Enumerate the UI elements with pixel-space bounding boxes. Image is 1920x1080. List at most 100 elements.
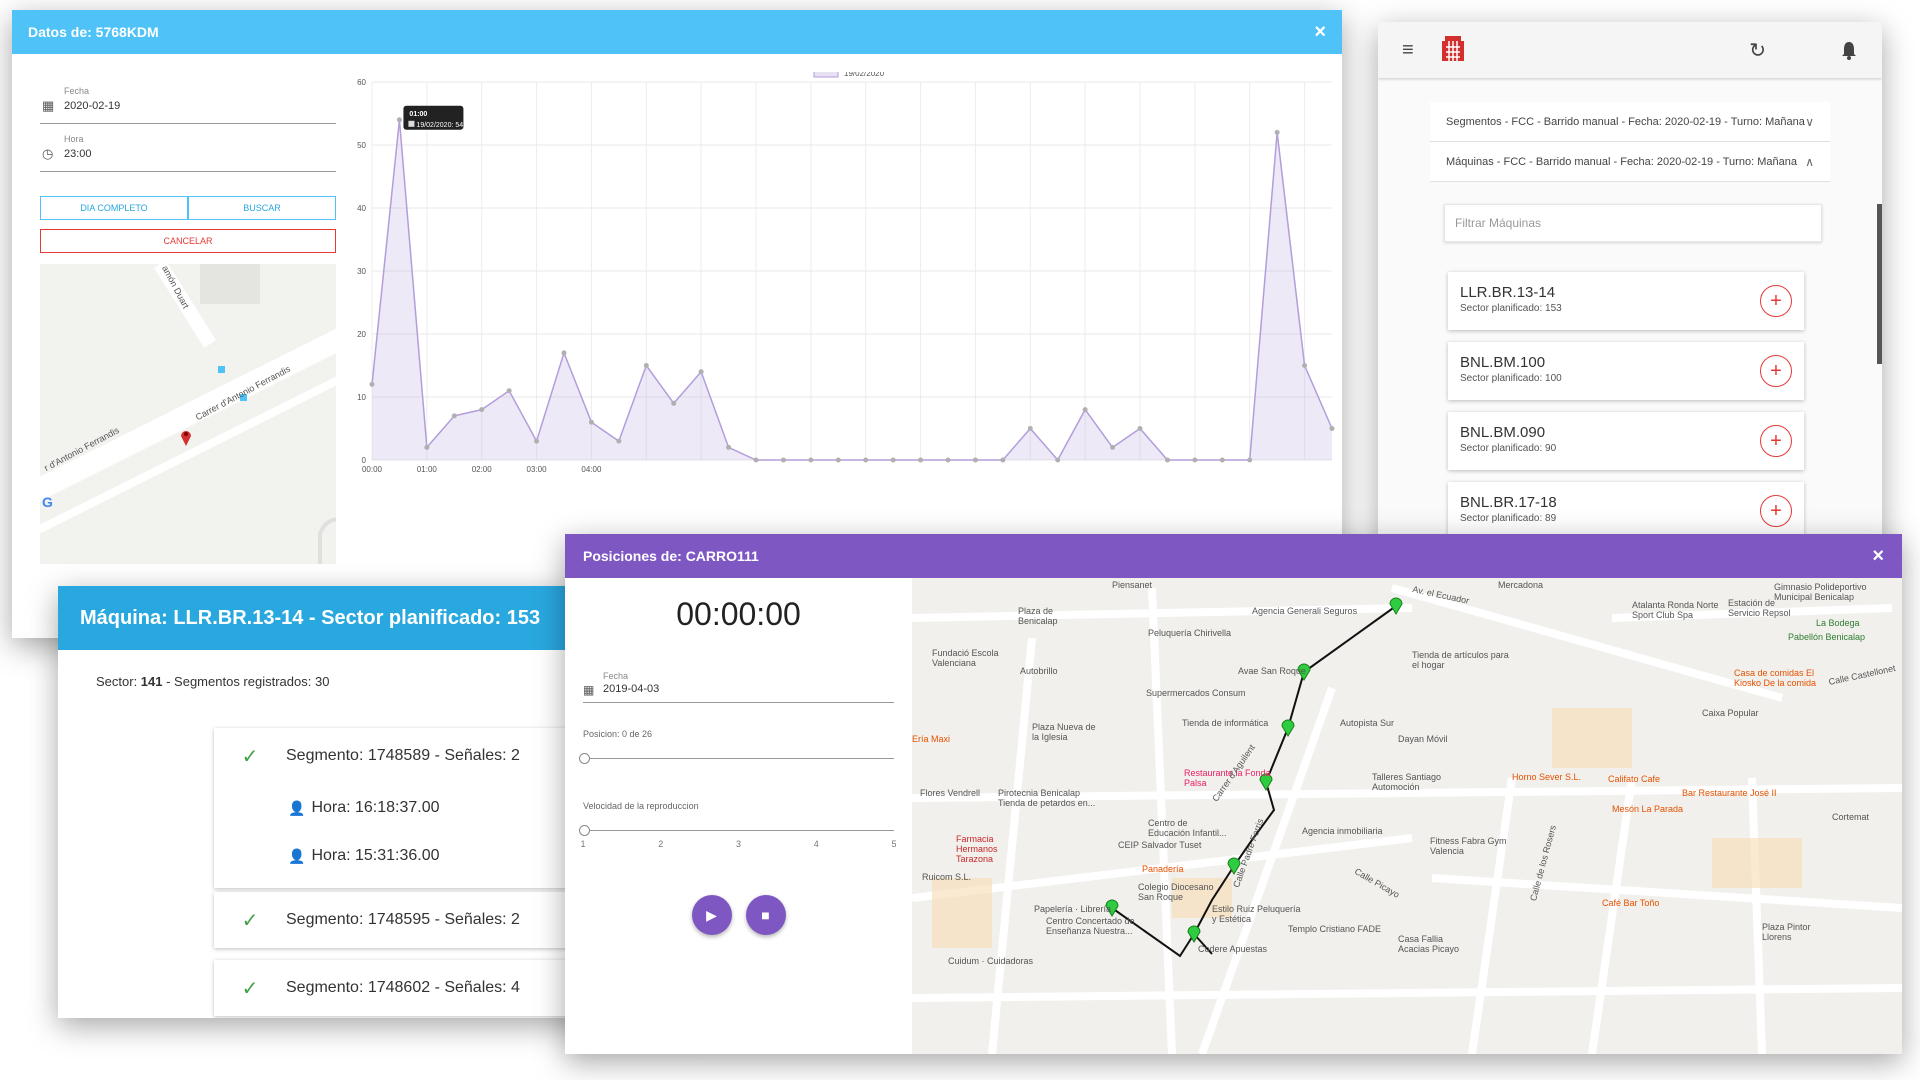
fecha-value[interactable]: 2019-04-03 [603, 681, 894, 695]
machine-card[interactable]: BNL.BM.090 Sector planificado: 90 + [1448, 412, 1804, 470]
refresh-icon[interactable]: ↻ [1749, 38, 1766, 63]
x-tick-label: 04:00 [581, 465, 602, 474]
mini-map[interactable]: Carrer d'Antonio Ferrandis r d'Antonio F… [40, 264, 336, 564]
data-point [479, 407, 485, 413]
posiciones-titlebar: Posiciones de: CARRO111 × [565, 534, 1902, 578]
map-label: Mercadona [1498, 580, 1544, 590]
map-label: Agencia Generali Seguros [1252, 606, 1358, 616]
machine-sector: Sector planificado: 153 [1460, 303, 1562, 314]
map-label: Centro Concertado de Enseñanza Nuestra..… [1046, 916, 1135, 936]
data-point [424, 444, 430, 450]
machine-sector: Sector planificado: 90 [1460, 443, 1557, 454]
stop-button[interactable]: ■ [745, 895, 786, 935]
data-point [1274, 129, 1280, 135]
machine-card[interactable]: LLR.BR.13-14 Sector planificado: 153 + [1448, 272, 1804, 330]
fecha-field[interactable]: ▦ Fecha 2020-02-19 [40, 84, 336, 124]
map-label: Pabellón Benicalap [1788, 632, 1866, 642]
chevron-down-icon[interactable]: ∨ [1805, 115, 1814, 129]
tick-label: 2 [658, 839, 664, 849]
map-label: Horno Sever S.L. [1512, 772, 1582, 782]
map-label: Talleres Santiago Automoción [1372, 772, 1442, 792]
map-label: Atalanta Ronda Norte Sport Club Spa [1632, 600, 1719, 620]
velocidad-slider[interactable] [579, 825, 894, 837]
clock-icon[interactable]: ◷ [42, 146, 53, 162]
tick-label: 3 [735, 839, 742, 849]
user-check-icon: 👤 [288, 847, 306, 864]
sector-prefix: Sector: [96, 674, 141, 689]
add-icon[interactable]: + [1760, 495, 1792, 527]
dia-completo-button[interactable]: DIA COMPLETO [40, 196, 188, 220]
data-point [753, 457, 759, 463]
add-icon[interactable]: + [1760, 285, 1792, 317]
google-logo: G [42, 494, 53, 510]
user-check-icon: 👤 [288, 799, 306, 816]
slider-track [583, 758, 894, 759]
check-icon: ✓ [241, 745, 259, 768]
hora-value[interactable]: 23:00 [64, 144, 336, 160]
datos-title: Datos de: 5768KDM [28, 24, 159, 40]
machine-name: LLR.BR.13-14 [1460, 284, 1556, 301]
datos-form: ▦ Fecha 2020-02-19 ◷ Hora 23:00 DIA COMP… [40, 84, 336, 253]
machine-card[interactable]: BNL.BR.17-18 Sector planificado: 89 + [1448, 482, 1804, 540]
map-label: Bar Restaurante José II [1682, 788, 1777, 798]
slider-thumb[interactable] [579, 753, 590, 764]
add-icon[interactable]: + [1760, 425, 1792, 457]
x-tick-label: 00:00 [362, 465, 383, 474]
slider-thumb[interactable] [579, 825, 590, 836]
bell-icon[interactable] [1840, 40, 1858, 60]
map-label: Café Bar Toño [1602, 898, 1660, 908]
map-label: Cuidum · Cuidadoras [948, 956, 1034, 966]
map-label: Cortemat [1832, 812, 1870, 822]
map-label: Casa Fallia Acacias Picayo [1398, 934, 1460, 954]
route-map[interactable]: Piensanet Mercadona Gimnasio Polideporti… [912, 578, 1902, 1054]
check-icon: ✓ [241, 909, 259, 932]
close-icon[interactable]: × [1314, 21, 1326, 44]
map-label: Centro de Educación Infantil... [1148, 818, 1227, 838]
map-label: Templo Cristiano FADE [1288, 924, 1382, 934]
segmentos-panel[interactable]: Segmentos - FCC - Barrido manual - Fecha… [1430, 102, 1830, 142]
cancelar-button[interactable]: CANCELAR [40, 229, 336, 253]
data-point [808, 457, 814, 463]
location-pin-icon[interactable] [180, 428, 192, 446]
calendar-icon[interactable]: ▦ [583, 683, 594, 697]
tick-label: 5 [891, 839, 897, 849]
data-point [1110, 444, 1116, 450]
data-point [835, 457, 841, 463]
data-point [1219, 457, 1225, 463]
posicion-slider[interactable] [579, 753, 894, 765]
data-point [945, 457, 951, 463]
map-label: Mesón La Parada [1612, 804, 1684, 814]
machine-name: BNL.BM.090 [1460, 424, 1546, 441]
map-label: Panadería [1142, 864, 1184, 874]
close-icon[interactable]: × [1872, 545, 1884, 568]
scrollbar[interactable] [1877, 204, 1882, 364]
y-tick-label: 10 [357, 393, 366, 402]
add-icon[interactable]: + [1760, 355, 1792, 387]
buscar-button[interactable]: BUSCAR [188, 196, 336, 220]
chevron-up-icon[interactable]: ∧ [1805, 155, 1814, 169]
filter-input[interactable]: Filtrar Máquinas [1444, 204, 1822, 242]
map-label: Fitness Fabra Gym Valencia [1430, 836, 1507, 856]
play-button[interactable]: ▶ [691, 895, 732, 935]
map-label: Califato Cafe [1608, 774, 1661, 784]
menu-icon[interactable]: ≡ [1402, 39, 1414, 62]
data-point [726, 444, 732, 450]
calendar-icon[interactable]: ▦ [42, 98, 54, 114]
machine-card[interactable]: BNL.BM.100 Sector planificado: 100 + [1448, 342, 1804, 400]
slider-track [583, 830, 894, 831]
velocidad-ticks: 1 2 3 4 5 [580, 837, 897, 851]
maquinas-panel[interactable]: Máquinas - FCC - Barrido manual - Fecha:… [1430, 142, 1830, 182]
data-point [561, 350, 567, 356]
fecha-field[interactable]: ▦ Fecha 2019-04-03 [583, 671, 894, 703]
tick-label: 1 [580, 839, 586, 849]
map-label: Codere Apuestas [1198, 944, 1268, 954]
map-label: Estación de Servicio Repsol [1728, 598, 1791, 618]
posicion-label: Posicion: 0 de 26 [583, 729, 653, 739]
map-label: Plaza Nueva de la Iglesia [1032, 722, 1096, 742]
machine-sector: Sector planificado: 100 [1460, 373, 1562, 384]
playback-panel: 00:00:00 ▦ Fecha 2019-04-03 Posicion: 0 … [565, 578, 912, 1054]
hora-field[interactable]: ◷ Hora 23:00 [40, 132, 336, 172]
x-tick-label: 02:00 [472, 465, 493, 474]
fecha-value[interactable]: 2020-02-19 [64, 96, 336, 112]
map-label: Piensanet [1112, 580, 1153, 590]
